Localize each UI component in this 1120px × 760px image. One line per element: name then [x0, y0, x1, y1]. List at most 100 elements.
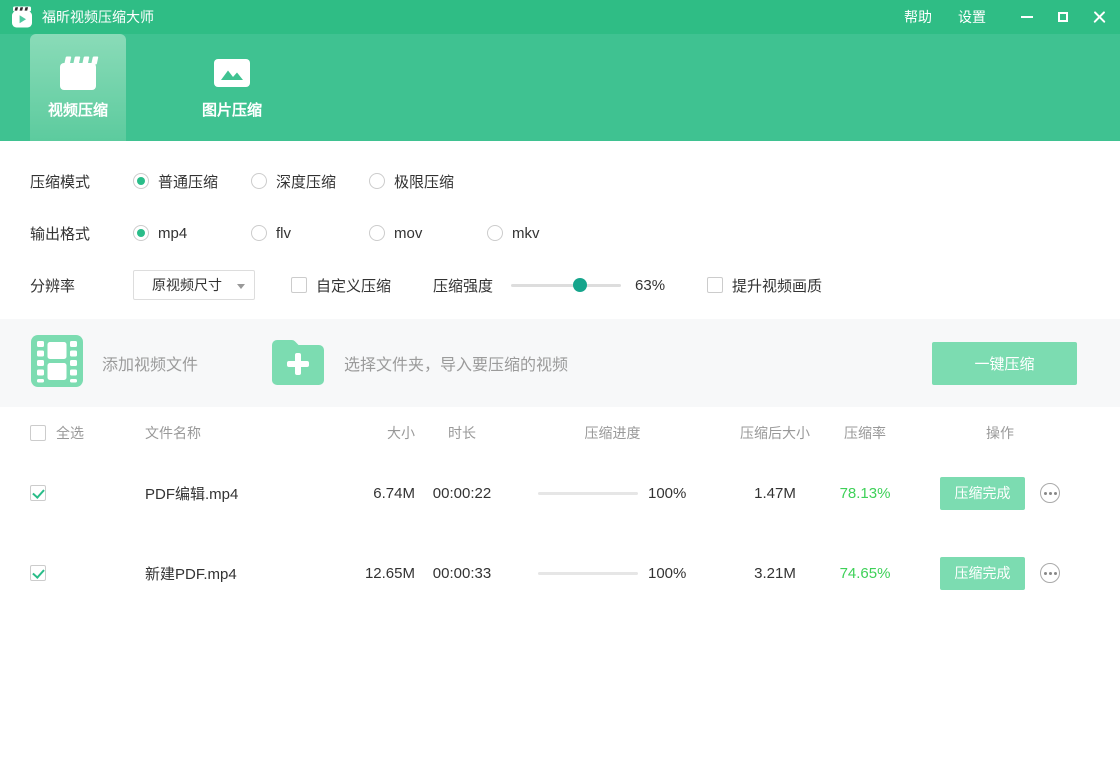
folder-plus-icon [270, 337, 326, 390]
radio-deep-compress[interactable]: 深度压缩 [251, 171, 369, 192]
row-checkbox[interactable] [30, 565, 46, 581]
file-table: 全选 文件名称 大小 时长 压缩进度 压缩后大小 压缩率 操作 PDF编辑.mp… [0, 413, 1120, 613]
compression-ratio: 78.13% [820, 485, 910, 502]
progress-bar [538, 572, 638, 575]
col-header-size: 大小 [345, 423, 415, 443]
add-video-button[interactable]: 添加视频文件 [30, 334, 198, 393]
file-name: 新建PDF.mp4 [145, 563, 345, 584]
file-name: PDF编辑.mp4 [145, 483, 345, 504]
select-all[interactable]: 全选 [30, 423, 145, 443]
output-format-label: 输出格式 [30, 223, 133, 244]
progress-bar [538, 492, 638, 495]
resolution-dropdown[interactable]: 原视频尺寸 [133, 270, 255, 300]
tab-label: 图片压缩 [202, 99, 262, 120]
radio-extreme-compress[interactable]: 极限压缩 [369, 171, 487, 192]
maximize-button[interactable] [1048, 0, 1078, 34]
radio-label: mp4 [158, 225, 187, 242]
clapperboard-icon [57, 56, 99, 90]
radio-icon [369, 173, 385, 189]
radio-icon [251, 173, 267, 189]
table-header: 全选 文件名称 大小 时长 压缩进度 压缩后大小 压缩率 操作 [30, 413, 1090, 453]
progress-cell: 100% [495, 565, 730, 582]
checkbox-icon [291, 277, 307, 293]
radio-label: 深度压缩 [276, 171, 336, 192]
radio-label: mov [394, 225, 422, 242]
radio-icon [251, 225, 267, 241]
file-size: 6.74M [345, 485, 415, 502]
app-title: 福昕视频压缩大师 [42, 7, 154, 27]
col-header-name: 文件名称 [145, 423, 345, 443]
resolution-row: 分辨率 原视频尺寸 自定义压缩 压缩强度 63% 提升视频画质 [30, 259, 1120, 311]
output-format-row: 输出格式 mp4 flv mov mkv [30, 207, 1120, 259]
col-header-action: 操作 [910, 423, 1090, 443]
radio-icon [487, 225, 503, 241]
more-options-icon[interactable] [1040, 483, 1060, 503]
compression-mode-row: 压缩模式 普通压缩 深度压缩 极限压缩 [30, 155, 1120, 207]
checkbox-icon [707, 277, 723, 293]
strength-label: 压缩强度 [433, 275, 493, 296]
progress-text: 100% [648, 565, 686, 582]
app-logo-icon [10, 5, 34, 29]
tab-label: 视频压缩 [48, 99, 108, 120]
close-button[interactable] [1084, 0, 1114, 34]
progress-cell: 100% [495, 485, 730, 502]
action-cell: 压缩完成 [910, 477, 1090, 510]
table-row: 新建PDF.mp4 12.65M 00:00:33 100% 3.21M 74.… [30, 533, 1090, 613]
strength-value: 63% [635, 277, 671, 294]
settings-button[interactable]: 设置 [958, 7, 986, 27]
title-bar: 福昕视频压缩大师 帮助 设置 [0, 0, 1120, 34]
action-cell: 压缩完成 [910, 557, 1090, 590]
help-button[interactable]: 帮助 [904, 7, 932, 27]
radio-format-mkv[interactable]: mkv [487, 225, 605, 242]
one-click-compress-button[interactable]: 一键压缩 [932, 342, 1077, 385]
col-header-ratio: 压缩率 [820, 423, 910, 443]
radio-label: flv [276, 225, 291, 242]
slider-handle[interactable] [573, 278, 587, 292]
row-checkbox[interactable] [30, 485, 46, 501]
settings-panel: 压缩模式 普通压缩 深度压缩 极限压缩 输出格式 mp4 flv mov [0, 141, 1120, 319]
progress-text: 100% [648, 485, 686, 502]
radio-label: 极限压缩 [394, 171, 454, 192]
filmstrip-icon [30, 334, 84, 393]
compressed-size: 3.21M [730, 565, 820, 582]
resolution-dropdown-value: 原视频尺寸 [152, 275, 222, 295]
radio-format-mp4[interactable]: mp4 [133, 225, 251, 242]
file-duration: 00:00:22 [415, 485, 495, 502]
radio-icon [133, 173, 149, 189]
compressed-size: 1.47M [730, 485, 820, 502]
col-header-compressed-size: 压缩后大小 [730, 423, 820, 443]
radio-format-flv[interactable]: flv [251, 225, 369, 242]
compression-mode-label: 压缩模式 [30, 171, 133, 192]
minimize-icon [1021, 16, 1033, 18]
tab-video-compress[interactable]: 视频压缩 [30, 34, 126, 141]
close-icon [1093, 11, 1106, 24]
select-all-label: 全选 [56, 423, 84, 443]
more-options-icon[interactable] [1040, 563, 1060, 583]
select-all-checkbox[interactable] [30, 425, 46, 441]
col-header-duration: 时长 [415, 423, 495, 443]
tab-image-compress[interactable]: 图片压缩 [184, 34, 280, 141]
compress-done-button[interactable]: 压缩完成 [940, 477, 1025, 510]
select-folder-button[interactable]: 选择文件夹，导入要压缩的视频 [270, 337, 568, 390]
radio-label: 普通压缩 [158, 171, 218, 192]
checkbox-label: 自定义压缩 [316, 275, 391, 296]
improve-quality-checkbox[interactable]: 提升视频画质 [707, 275, 822, 296]
minimize-button[interactable] [1012, 0, 1042, 34]
image-icon [211, 56, 253, 90]
resolution-label: 分辨率 [30, 275, 133, 296]
compress-done-button[interactable]: 压缩完成 [940, 557, 1025, 590]
table-row: PDF编辑.mp4 6.74M 00:00:22 100% 1.47M 78.1… [30, 453, 1090, 533]
file-size: 12.65M [345, 565, 415, 582]
strength-slider[interactable] [511, 284, 621, 287]
compression-ratio: 74.65% [820, 565, 910, 582]
col-header-progress: 压缩进度 [495, 423, 730, 443]
radio-label: mkv [512, 225, 540, 242]
radio-icon [133, 225, 149, 241]
add-video-label: 添加视频文件 [102, 351, 198, 375]
custom-compress-checkbox[interactable]: 自定义压缩 [291, 275, 391, 296]
maximize-icon [1058, 12, 1068, 22]
file-duration: 00:00:33 [415, 565, 495, 582]
radio-format-mov[interactable]: mov [369, 225, 487, 242]
radio-normal-compress[interactable]: 普通压缩 [133, 171, 251, 192]
radio-icon [369, 225, 385, 241]
